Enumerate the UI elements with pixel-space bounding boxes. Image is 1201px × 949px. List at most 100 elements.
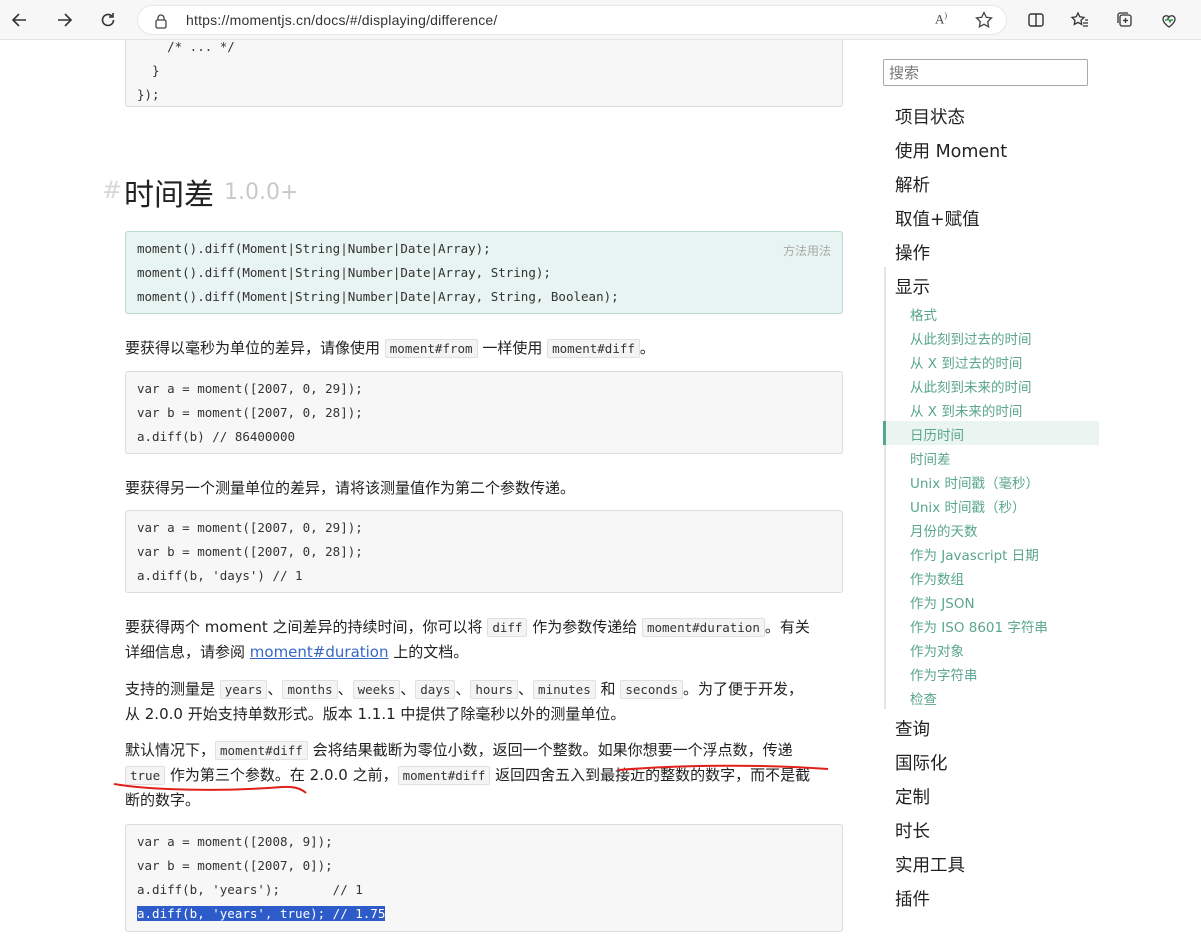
code-block: var a = moment([2008, 9]); var b = momen… xyxy=(125,824,843,932)
inline-code: moment#diff xyxy=(547,339,640,358)
nav-item[interactable]: 时长 xyxy=(895,818,930,843)
url-text[interactable]: https://momentjs.cn/docs/#/displaying/di… xyxy=(186,12,497,28)
subnav-item[interactable]: 作为 ISO 8601 字符串 xyxy=(910,616,1048,636)
inline-code: years xyxy=(219,680,268,699)
nav-item[interactable]: 国际化 xyxy=(895,750,948,775)
signature-line: moment().diff(Moment|String|Number|Date|… xyxy=(137,241,491,256)
inline-code: hours xyxy=(470,680,519,699)
signature-line: moment().diff(Moment|String|Number|Date|… xyxy=(137,265,551,280)
version-badge: 1.0.0+ xyxy=(224,180,299,205)
browser-essentials-icon[interactable] xyxy=(1157,8,1181,32)
text: 。有关 xyxy=(764,618,810,636)
subnav-item[interactable]: 作为 Javascript 日期 xyxy=(910,544,1039,564)
code-line: a.diff(b, 'days') // 1 xyxy=(137,568,303,583)
subnav-item[interactable]: 作为数组 xyxy=(910,568,964,588)
inline-code: weeks xyxy=(352,680,401,699)
forward-icon[interactable] xyxy=(52,8,76,32)
text: 。为了便于开发， xyxy=(683,680,804,698)
subnav-item[interactable]: 作为对象 xyxy=(910,640,964,660)
duration-docs-link[interactable]: moment#duration xyxy=(250,643,389,661)
back-icon[interactable] xyxy=(8,8,32,32)
subnav-item[interactable]: 从此刻到未来的时间 xyxy=(910,376,1032,396)
code-line: var b = moment([2007, 0]); xyxy=(137,858,333,873)
inline-code: diff xyxy=(487,618,528,637)
inline-code: months xyxy=(282,680,338,699)
subnav-item[interactable]: 时间差 xyxy=(910,448,951,468)
subnav-item[interactable]: 从 X 到过去的时间 xyxy=(910,352,1022,372)
code-block: var a = moment([2007, 0, 29]); var b = m… xyxy=(125,510,843,593)
subnav-item[interactable]: Unix 时间戳（毫秒） xyxy=(910,472,1039,492)
subnav-item[interactable]: 从此刻到过去的时间 xyxy=(910,328,1032,348)
anchor-link[interactable]: # xyxy=(102,176,122,204)
inline-code: moment#diff xyxy=(397,766,491,785)
selected-code-line: a.diff(b, 'years', true); // 1.75 xyxy=(137,906,386,921)
read-aloud-icon[interactable]: A) xyxy=(935,11,955,31)
nav-item[interactable]: 插件 xyxy=(895,886,930,911)
inline-code: moment#diff xyxy=(215,741,308,760)
text: 要获得以毫秒为单位的差异，请像使用 xyxy=(125,339,385,357)
subnav-item[interactable]: 从 X 到未来的时间 xyxy=(910,400,1022,420)
signature-line: moment().diff(Moment|String|Number|Date|… xyxy=(137,289,619,304)
favorites-icon[interactable] xyxy=(1068,8,1092,32)
signature-tag: 方法用法 xyxy=(782,244,831,258)
subnav-item[interactable]: Unix 时间戳（秒） xyxy=(910,496,1025,516)
separator: 、 xyxy=(518,680,534,698)
separator: 、 xyxy=(455,680,471,698)
nav-item[interactable]: 操作 xyxy=(895,240,930,265)
text: 详细信息，请参阅 xyxy=(125,643,250,661)
refresh-icon[interactable] xyxy=(96,8,120,32)
code-line: } xyxy=(137,63,160,78)
inline-code: moment#from xyxy=(384,339,478,358)
nav-item[interactable]: 取值+赋值 xyxy=(895,206,980,231)
code-line: }); xyxy=(137,87,160,102)
text: 上的文档。 xyxy=(388,643,469,661)
text: 作为参数传递给 xyxy=(527,618,642,636)
text: 支持的测量是 xyxy=(125,680,220,698)
text: 要获得另一个测量单位的差异，请将该测量值作为第二个参数传递。 xyxy=(125,479,576,497)
text: 一样使用 xyxy=(477,339,548,357)
text: 默认情况下， xyxy=(125,741,216,759)
nav-item[interactable]: 定制 xyxy=(895,784,930,809)
inline-code: moment#duration xyxy=(641,618,765,637)
lock-icon[interactable] xyxy=(152,12,170,30)
favorite-star-icon[interactable] xyxy=(974,10,996,32)
nav-item[interactable]: 项目状态 xyxy=(895,104,965,129)
nav-item[interactable]: 使用 Moment xyxy=(895,138,1007,163)
text: 会将结果截断为零位小数，返回一个整数。如果你想要一个浮点数，传递 xyxy=(307,741,793,759)
subnav-item[interactable]: 作为字符串 xyxy=(910,664,978,684)
subnav-item[interactable]: 月份的天数 xyxy=(910,520,978,540)
nav-item[interactable]: 实用工具 xyxy=(895,852,965,877)
text: 作为第三个参数。在 2.0.0 之前， xyxy=(165,766,398,784)
sidebar-nav: 项目状态 使用 Moment 解析 取值+赋值 操作 显示 格式 从此刻到过去的… xyxy=(870,40,1201,949)
nav-item[interactable]: 解析 xyxy=(895,172,930,197)
code-block-prev: /* ... */ } }); xyxy=(125,40,843,107)
code-line: var a = moment([2007, 0, 29]); xyxy=(137,381,363,396)
nav-item[interactable]: 查询 xyxy=(895,716,930,741)
inline-code: days xyxy=(415,680,456,699)
search-input[interactable] xyxy=(883,59,1088,86)
code-line: var a = moment([2008, 9]); xyxy=(137,834,333,849)
subnav-item[interactable]: 检查 xyxy=(910,688,937,708)
inline-code: minutes xyxy=(533,680,596,699)
code-line: a.diff(b, 'years'); // 1 xyxy=(137,882,363,897)
inline-code: true xyxy=(125,766,166,785)
code-line: var b = moment([2007, 0, 28]); xyxy=(137,405,363,420)
collections-icon[interactable] xyxy=(1113,8,1137,32)
subnav-item[interactable]: 格式 xyxy=(910,304,937,324)
text: 从 2.0.0 开始支持单数形式。版本 1.1.1 中提供了除毫秒以外的测量单位… xyxy=(125,705,626,723)
separator: 、 xyxy=(400,680,416,698)
subnav-item-active[interactable]: 日历时间 xyxy=(910,424,964,444)
signature-block: 方法用法 moment().diff(Moment|String|Number|… xyxy=(125,231,843,314)
code-line: var a = moment([2007, 0, 29]); xyxy=(137,520,363,535)
code-block: var a = moment([2007, 0, 29]); var b = m… xyxy=(125,371,843,454)
browser-toolbar: https://momentjs.cn/docs/#/displaying/di… xyxy=(0,0,1201,40)
page-title: 时间差 xyxy=(124,178,214,213)
code-line: a.diff(b) // 86400000 xyxy=(137,429,296,444)
text: 要获得两个 moment 之间差异的持续时间，你可以将 xyxy=(125,618,488,636)
text: 断的数字。 xyxy=(125,791,201,809)
split-screen-icon[interactable] xyxy=(1024,8,1048,32)
code-line: var b = moment([2007, 0, 28]); xyxy=(137,544,363,559)
address-bar[interactable]: https://momentjs.cn/docs/#/displaying/di… xyxy=(137,5,1007,35)
doc-content: /* ... */ } }); # 时间差 1.0.0+ 方法用法 moment… xyxy=(0,40,870,949)
subnav-item[interactable]: 作为 JSON xyxy=(910,592,975,612)
